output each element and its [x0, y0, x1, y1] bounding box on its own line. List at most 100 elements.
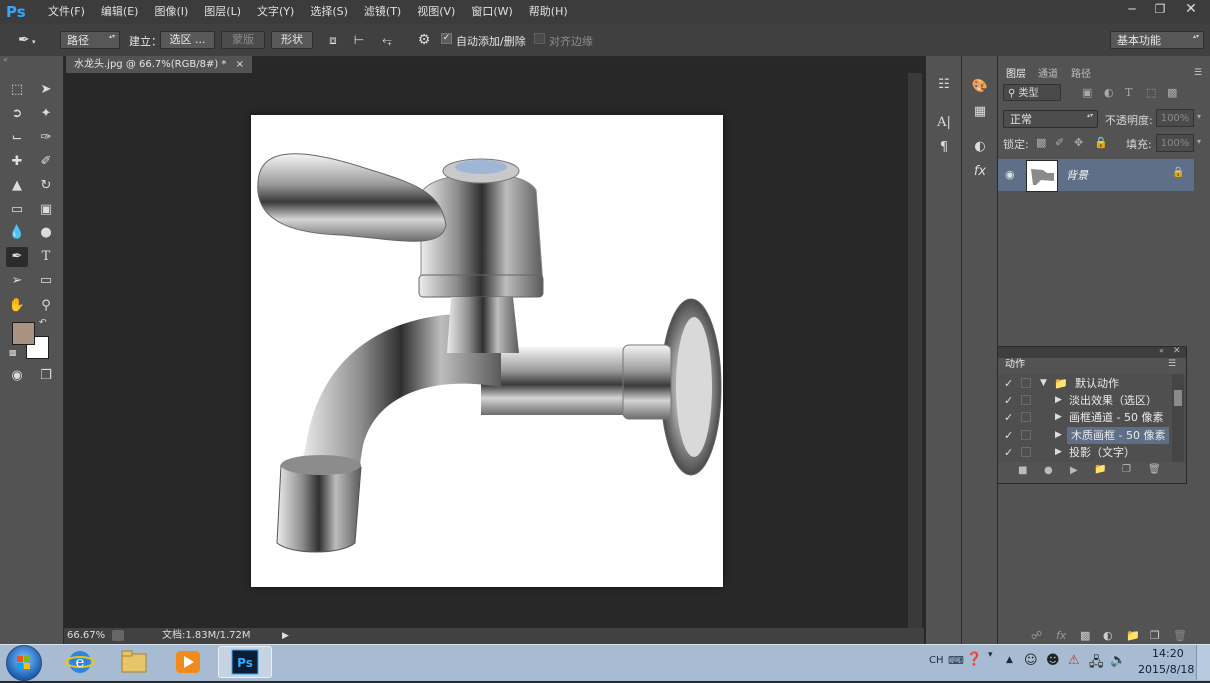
actions-menu-icon[interactable]: ☰ — [1168, 359, 1176, 369]
lock-transparent-icon[interactable]: ▩ — [1036, 136, 1046, 149]
close-button[interactable]: ✕ — [1174, 0, 1208, 18]
menu-help[interactable]: 帮助(H) — [521, 0, 576, 24]
default-colors-icon[interactable]: ▩ — [9, 348, 17, 357]
layer-name[interactable]: 背景 — [1066, 167, 1088, 183]
status-menu-arrow-icon[interactable]: ▶ — [282, 628, 289, 644]
filter-smart-object-icon[interactable]: ▩ — [1167, 86, 1177, 99]
layer-filter-dropdown[interactable]: ⚲ 类型 — [1003, 84, 1061, 101]
menu-file[interactable]: 文件(F) — [40, 0, 93, 24]
opacity-field[interactable]: 100% — [1156, 109, 1194, 127]
lasso-tool-icon[interactable]: ➲ — [6, 104, 28, 124]
zoom-tool-icon[interactable]: ⚲ — [35, 296, 57, 316]
menu-select[interactable]: 选择(S) — [302, 0, 356, 24]
action-row[interactable]: ✓ ▶ 投影（文字） — [999, 444, 1171, 461]
link-layers-icon[interactable]: ☍ — [1031, 629, 1042, 642]
restore-button[interactable]: ❐ — [1146, 0, 1174, 18]
action-check-icon[interactable]: ✓ — [1004, 392, 1016, 409]
character-panel-icon[interactable]: A| — [934, 114, 954, 132]
clock-date[interactable]: 2015/8/18 — [1138, 663, 1194, 676]
collapse-triangle-icon[interactable]: ▶ — [1055, 392, 1062, 409]
paragraph-panel-icon[interactable]: ¶ — [934, 139, 954, 157]
stop-icon[interactable]: ■ — [1018, 465, 1027, 476]
status-info-icon[interactable] — [112, 630, 124, 641]
marquee-tool-icon[interactable]: ⬚ — [6, 80, 28, 100]
healing-brush-tool-icon[interactable]: ✚ — [6, 152, 28, 172]
lock-position-icon[interactable]: ✥ — [1074, 136, 1083, 149]
menu-layer[interactable]: 图层(L) — [196, 0, 249, 24]
network-icon[interactable]: 🖧 — [1089, 653, 1104, 675]
document-tab[interactable]: 水龙头.jpg @ 66.7%(RGB/8#) * × — [66, 56, 253, 73]
volume-icon[interactable]: 🔊 — [1110, 653, 1126, 668]
move-tool-icon[interactable]: ➤ — [35, 80, 57, 100]
record-icon[interactable]: ● — [1044, 465, 1053, 476]
new-set-folder-icon[interactable]: 📁 — [1094, 464, 1106, 475]
blend-mode-dropdown[interactable]: 正常 — [1003, 110, 1098, 128]
action-check-icon[interactable]: ✓ — [1004, 375, 1016, 392]
delete-action-icon[interactable]: 🗑 — [1148, 464, 1161, 475]
keyboard-icon[interactable]: ⌨ — [948, 654, 964, 667]
close-panel-icon[interactable]: ✕ — [1173, 346, 1181, 356]
menu-edit[interactable]: 编辑(E) — [93, 0, 147, 24]
pen-tool-preset-icon[interactable]: ✒ ▾ — [18, 30, 48, 50]
fill-field[interactable]: 100% — [1156, 134, 1194, 152]
mode-dropdown[interactable]: 路径 — [60, 31, 120, 49]
filter-pixel-icon[interactable]: ▣ — [1082, 86, 1092, 99]
menu-window[interactable]: 窗口(W) — [463, 0, 520, 24]
eyedropper-tool-icon[interactable]: ✑ — [35, 128, 57, 148]
eraser-tool-icon[interactable]: ▭ — [6, 200, 28, 220]
styles-panel-icon[interactable]: fx — [970, 163, 990, 181]
lock-all-icon[interactable]: 🔒 — [1094, 136, 1108, 149]
tab-layers[interactable]: 图层 — [1001, 68, 1031, 82]
action-dialog-toggle[interactable] — [1021, 378, 1031, 388]
rectangle-tool-icon[interactable]: ▭ — [35, 271, 57, 291]
collapse-triangle-icon[interactable]: ▶ — [1055, 444, 1062, 461]
qq-icon[interactable]: ☺ — [1024, 653, 1038, 668]
minimize-button[interactable]: ─ — [1118, 0, 1146, 18]
tab-channels[interactable]: 通道 — [1033, 68, 1063, 82]
action-dialog-toggle[interactable] — [1021, 412, 1031, 422]
language-indicator[interactable]: CH — [929, 655, 944, 666]
gear-icon[interactable]: ⚙ — [414, 31, 434, 49]
align-edges-checkbox[interactable] — [534, 33, 545, 44]
clock-time[interactable]: 14:20 — [1152, 647, 1184, 660]
filter-type-icon[interactable]: T — [1125, 86, 1132, 99]
action-check-icon[interactable]: ✓ — [1004, 427, 1016, 444]
menu-image[interactable]: 图像(I) — [146, 0, 196, 24]
collapse-panel-icon[interactable]: « — [1159, 346, 1164, 355]
taskbar-photoshop-icon[interactable]: Ps — [218, 646, 272, 678]
action-row[interactable]: ✓ ▶ 淡出效果（选区） — [999, 392, 1171, 409]
fill-arrow-icon[interactable]: ▾ — [1197, 137, 1201, 146]
action-row[interactable]: ✓ ▶ 画框通道 - 50 像素 — [999, 409, 1171, 426]
opacity-arrow-icon[interactable]: ▾ — [1197, 112, 1201, 121]
taskbar-explorer-icon[interactable] — [110, 646, 158, 678]
new-action-icon[interactable]: ❐ — [1122, 464, 1131, 475]
expand-triangle-icon[interactable]: ▼ — [1040, 375, 1047, 392]
workspace-dropdown[interactable]: 基本功能 — [1110, 31, 1204, 49]
lock-pixels-icon[interactable]: ✐ — [1055, 136, 1064, 149]
path-selection-tool-icon[interactable]: ➢ — [6, 271, 28, 291]
menu-type[interactable]: 文字(Y) — [249, 0, 302, 24]
hand-tool-icon[interactable]: ✋ — [6, 296, 28, 316]
toolbar-collapse-icon[interactable]: « — [0, 56, 66, 64]
tab-actions[interactable]: 动作 — [1001, 358, 1029, 372]
add-mask-icon[interactable]: ▩ — [1080, 629, 1090, 642]
new-layer-icon[interactable]: ❐ — [1150, 629, 1160, 642]
clone-stamp-tool-icon[interactable]: ▲ — [6, 176, 28, 196]
delete-layer-icon[interactable]: 🗑 — [1173, 629, 1187, 642]
layer-row[interactable]: ◉ 背景 🔒 — [998, 159, 1194, 192]
screen-mode-icon[interactable]: ❐ — [35, 366, 57, 386]
taskbar-ie-icon[interactable]: e — [56, 646, 104, 678]
zoom-level[interactable]: 66.67% — [67, 628, 105, 644]
action-row-selected[interactable]: ✓ ▶ 木质画框 - 50 像素 — [999, 427, 1171, 444]
tab-paths[interactable]: 路径 — [1066, 68, 1096, 82]
taskbar-media-player-icon[interactable] — [164, 646, 212, 678]
canvas-vertical-scrollbar[interactable] — [908, 73, 922, 628]
pen-tool-icon[interactable]: ✒ — [6, 247, 28, 267]
menu-view[interactable]: 视图(V) — [409, 0, 463, 24]
action-dialog-toggle[interactable] — [1021, 430, 1031, 440]
new-adjustment-layer-icon[interactable]: ◐ — [1103, 629, 1113, 642]
document-canvas[interactable] — [251, 115, 723, 587]
collapse-triangle-icon[interactable]: ▶ — [1055, 427, 1062, 444]
shape-button[interactable]: 形状 — [271, 31, 313, 49]
panel-menu-icon[interactable]: ☰ — [1194, 68, 1202, 78]
